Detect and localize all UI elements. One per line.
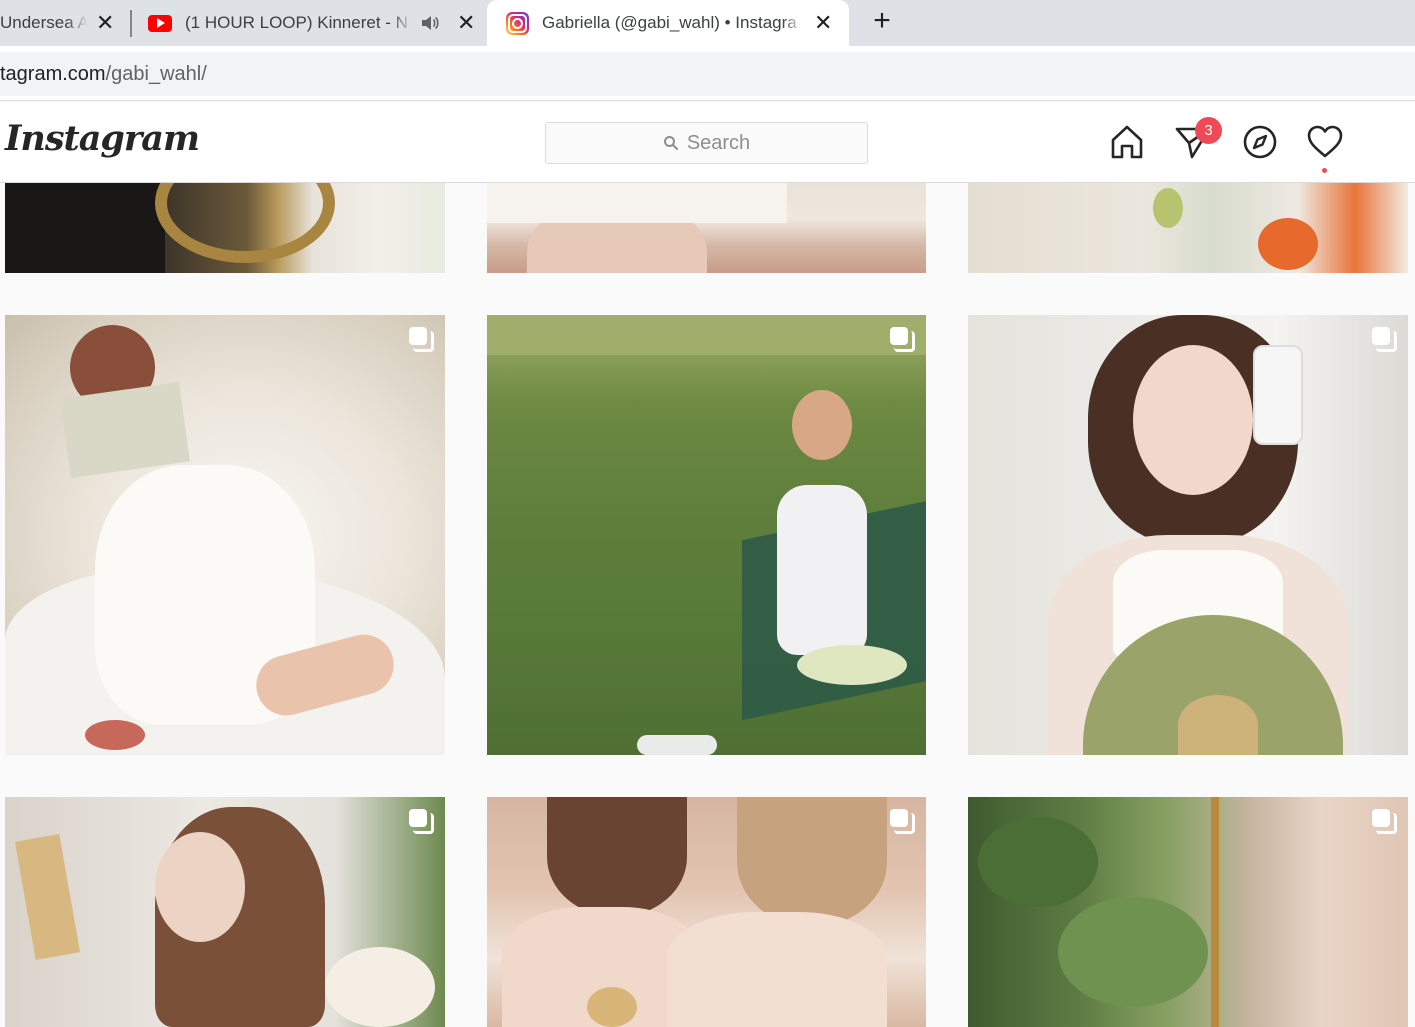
browser-tab-strip: Undersea A ✕ (1 HOUR LOOP) Kinneret - N …: [0, 0, 1415, 46]
tab-undersea[interactable]: Undersea A ✕: [0, 0, 122, 46]
photo-leaves: [1058, 897, 1208, 1007]
photo-shoulder-right: [667, 912, 887, 1027]
new-tab-button[interactable]: +: [866, 6, 898, 38]
photo-phone: [1253, 345, 1303, 445]
url-path: /gabi_wahl/: [105, 62, 207, 85]
multiple-photos-icon: [1372, 327, 1397, 352]
direct-unread-badge: 3: [1195, 117, 1222, 144]
tab-title: Undersea A: [0, 13, 88, 33]
multiple-photos-icon: [1372, 809, 1397, 834]
url-field[interactable]: tagram.com/gabi_wahl/: [0, 52, 1415, 96]
post-top-1[interactable]: [5, 183, 445, 273]
photo-face: [1133, 345, 1253, 495]
search-input[interactable]: Search: [545, 122, 868, 164]
search-placeholder: Search: [686, 131, 751, 154]
post-reading-book[interactable]: [5, 315, 445, 755]
post-top-3[interactable]: [968, 183, 1408, 273]
photo-persimmon: [1258, 218, 1318, 270]
photo-white-dress: [487, 183, 787, 223]
photo-sneakers: [637, 735, 717, 755]
activity-notification-dot: [1322, 168, 1327, 173]
post-mirror-selfie-fan[interactable]: [968, 315, 1408, 755]
post-two-women-pearls[interactable]: [487, 797, 926, 1027]
close-icon[interactable]: ✕: [96, 12, 114, 34]
photo-dark-dress: [5, 183, 165, 273]
multiple-photos-icon: [409, 809, 434, 834]
photo-fruit: [85, 720, 145, 750]
tab-separator: [130, 10, 132, 37]
photo-white-dress: [777, 485, 867, 655]
url-host: tagram.com: [0, 62, 106, 85]
photo-hair-right: [737, 797, 887, 927]
address-bar: tagram.com/gabi_wahl/: [0, 46, 1415, 101]
activity-heart-icon[interactable]: [1306, 123, 1344, 161]
search-icon: [663, 136, 678, 150]
multiple-photos-icon: [890, 809, 915, 834]
photo-face: [155, 832, 245, 942]
photo-fan-base: [1178, 695, 1258, 755]
explore-compass-icon[interactable]: [1241, 123, 1279, 161]
post-top-2[interactable]: [487, 183, 926, 273]
photo-trees: [487, 315, 926, 355]
photo-roses: [325, 947, 435, 1027]
photo-head: [792, 390, 852, 460]
tab-title: (1 HOUR LOOP) Kinneret - N: [185, 13, 413, 33]
photo-gilded-mirror: [155, 183, 335, 263]
instagram-favicon-icon: [506, 11, 529, 35]
photo-open-book: [60, 382, 190, 478]
photo-compact: [587, 987, 637, 1027]
tab-youtube-kinneret[interactable]: (1 HOUR LOOP) Kinneret - N ✕: [148, 0, 478, 46]
home-icon[interactable]: [1108, 123, 1146, 161]
close-icon[interactable]: ✕: [814, 12, 832, 34]
photo-leaves: [978, 817, 1098, 907]
multiple-photos-icon: [890, 327, 915, 352]
tab-title: Gabriella (@gabi_wahl) • Instagra: [542, 13, 804, 33]
post-plants-chain[interactable]: [968, 797, 1408, 1027]
speaker-icon[interactable]: [421, 15, 439, 31]
post-reading-flowers[interactable]: [5, 797, 445, 1027]
close-icon[interactable]: ✕: [457, 12, 475, 34]
photo-grapes: [1153, 188, 1183, 228]
tab-instagram-gabriella[interactable]: Gabriella (@gabi_wahl) • Instagra ✕: [487, 0, 849, 46]
instagram-logo[interactable]: Instagram: [5, 118, 200, 159]
photo-book: [14, 834, 81, 960]
photo-hair-left: [547, 797, 687, 917]
photo-flowers: [797, 645, 907, 685]
photo-gold-chain: [1211, 797, 1219, 1027]
youtube-icon: [148, 14, 172, 32]
post-bench-field[interactable]: [487, 315, 926, 755]
multiple-photos-icon: [409, 327, 434, 352]
